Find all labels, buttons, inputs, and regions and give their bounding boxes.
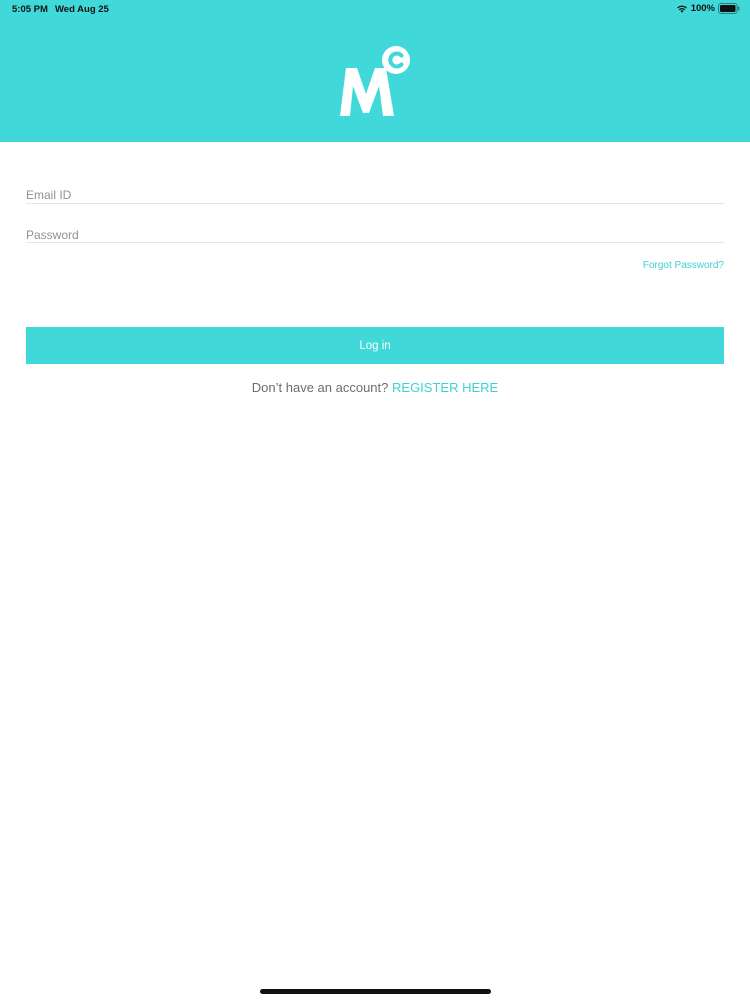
wifi-icon — [676, 5, 687, 13]
login-screen: 5:05 PM Wed Aug 25 100% Email ID Forgot … — [0, 0, 750, 1000]
header-banner: 5:05 PM Wed Aug 25 100% — [0, 0, 750, 142]
email-input[interactable] — [26, 187, 724, 203]
password-input[interactable] — [26, 227, 724, 243]
register-row: Don’t have an account? REGISTER HERE — [0, 380, 750, 395]
password-field[interactable] — [26, 226, 724, 243]
logo-icon — [340, 46, 410, 116]
battery-icon — [718, 3, 740, 14]
status-bar: 5:05 PM Wed Aug 25 100% — [0, 0, 750, 18]
battery-percent: 100% — [690, 3, 715, 14]
email-field[interactable] — [26, 186, 724, 204]
status-time: 5:05 PM — [12, 4, 48, 15]
login-button[interactable]: Log in — [26, 327, 724, 364]
home-indicator[interactable] — [260, 989, 491, 994]
forgot-password-link[interactable]: Forgot Password? — [643, 260, 724, 271]
register-link[interactable]: REGISTER HERE — [392, 380, 498, 395]
status-date: Wed Aug 25 — [55, 4, 109, 15]
status-indicators: 100% — [676, 3, 740, 14]
register-prompt: Don’t have an account? — [251, 380, 389, 395]
